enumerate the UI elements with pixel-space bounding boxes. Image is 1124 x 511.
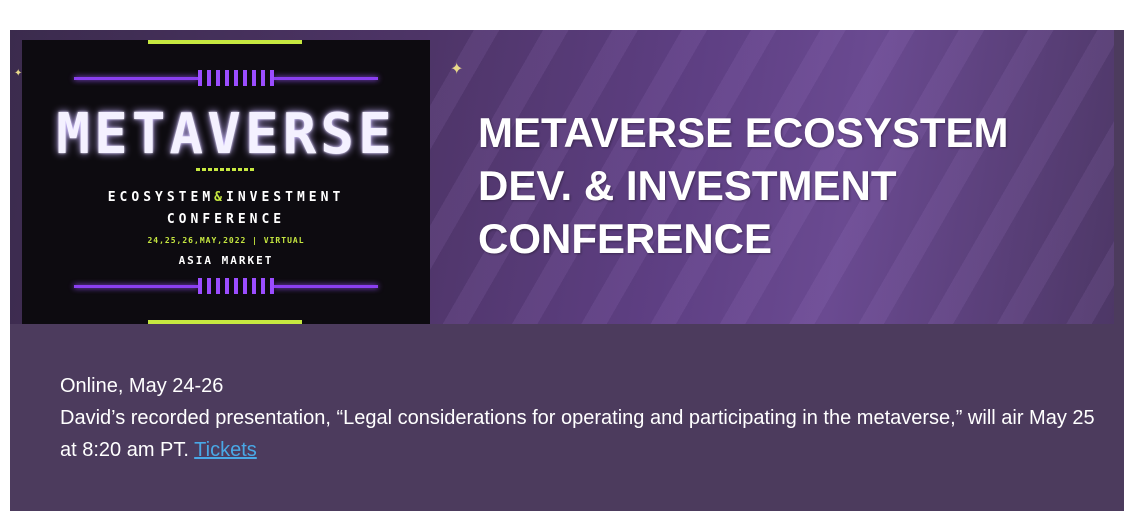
poster-lime-bar — [148, 320, 302, 324]
poster-neon-divider — [74, 70, 378, 86]
event-banner: ✦ ✦ METAVERSE ECOSYSTEM&INVESTMENT CONFE… — [10, 30, 1114, 324]
poster-lime-bar — [148, 40, 302, 44]
event-details: Online, May 24-26 David’s recorded prese… — [60, 370, 1100, 466]
poster-dash — [196, 168, 256, 171]
tickets-link[interactable]: Tickets — [194, 439, 257, 461]
sparkle-icon: ✦ — [450, 61, 464, 78]
banner-title: METAVERSE ECOSYSTEM DEV. & INVESTMENT CO… — [478, 106, 1098, 265]
conference-poster-image: METAVERSE ECOSYSTEM&INVESTMENT CONFERENC… — [22, 40, 430, 324]
poster-market: ASIA MARKET — [178, 254, 274, 267]
poster-dates: 24,25,26,MAY,2022 | VIRTUAL — [147, 236, 305, 245]
banner-title-line: DEV. & INVESTMENT — [478, 162, 897, 209]
banner-title-line: CONFERENCE — [478, 215, 773, 262]
poster-subtitle: ECOSYSTEM&INVESTMENT — [107, 190, 345, 205]
event-location-date: Online, May 24-26 — [60, 375, 224, 397]
banner-title-line: METAVERSE ECOSYSTEM — [478, 109, 1009, 156]
poster-conference: CONFERENCE — [166, 212, 286, 227]
event-description: David’s recorded presentation, “Legal co… — [60, 407, 1095, 461]
poster-neon-divider — [74, 278, 378, 294]
poster-title: METAVERSE — [56, 102, 396, 167]
event-card: ✦ ✦ METAVERSE ECOSYSTEM&INVESTMENT CONFE… — [10, 30, 1124, 511]
